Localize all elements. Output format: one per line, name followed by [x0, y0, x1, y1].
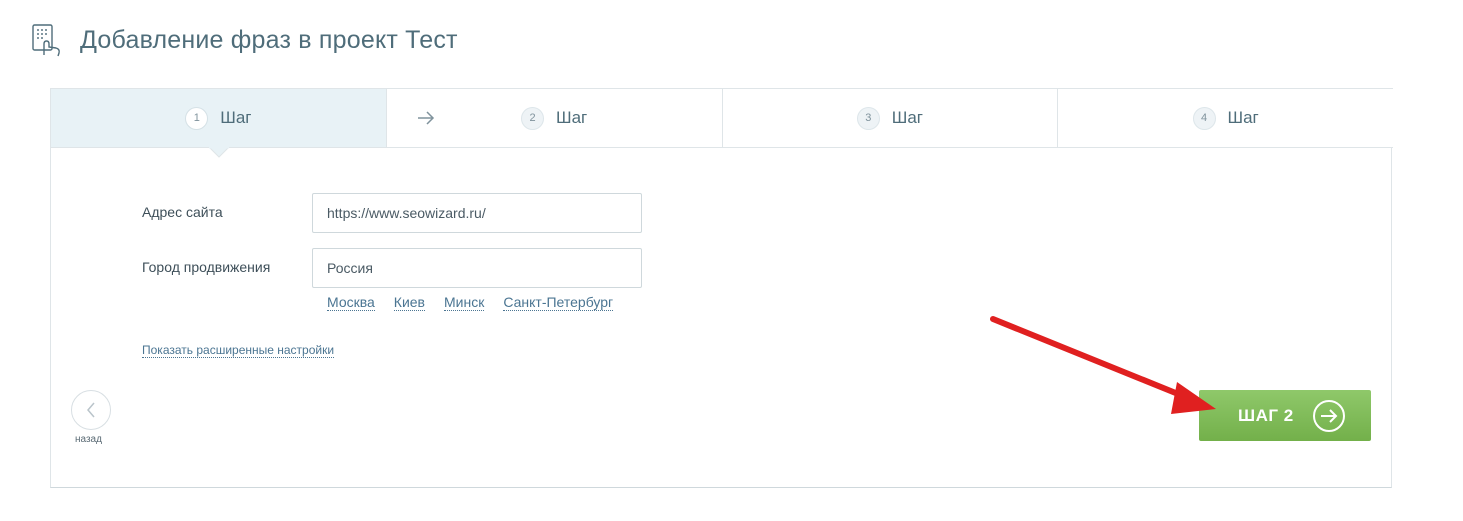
arrow-right-icon [417, 111, 434, 125]
city-link-moscow[interactable]: Москва [327, 294, 375, 311]
step-tab-4[interactable]: 4 Шаг [1058, 89, 1393, 147]
phrases-list-icon [32, 24, 60, 57]
site-url-input[interactable] [312, 193, 642, 233]
next-step-button[interactable]: ШАГ 2 [1199, 390, 1371, 441]
page-title: Добавление фраз в проект Тест [80, 25, 458, 54]
wizard-panel: 1 Шаг 2 Шаг 3 Шаг 4 Шаг Адрес сайта Горо… [50, 88, 1393, 488]
chevron-left-icon [87, 402, 95, 418]
step-tabs: 1 Шаг 2 Шаг 3 Шаг 4 Шаг [51, 88, 1393, 148]
city-link-minsk[interactable]: Минск [444, 294, 485, 311]
step-label: Шаг [1227, 108, 1259, 127]
active-step-pointer [209, 147, 229, 158]
step-label: Шаг [556, 108, 588, 127]
city-row: Город продвижения [142, 248, 642, 288]
next-step-label: ШАГ 2 [1238, 405, 1294, 425]
site-row: Адрес сайта [142, 193, 642, 233]
city-quick-links: Москва Киев Минск Санкт-Петербург [327, 294, 632, 311]
city-input[interactable] [312, 248, 642, 288]
city-label: Город продвижения [142, 259, 271, 275]
site-label: Адрес сайта [142, 204, 223, 220]
step-tab-2[interactable]: 2 Шаг [386, 89, 723, 147]
arrow-circle-right-icon [1312, 399, 1345, 432]
step-tab-1[interactable]: 1 Шаг [51, 89, 387, 147]
city-link-spb[interactable]: Санкт-Петербург [503, 294, 614, 311]
step-number: 3 [856, 106, 880, 130]
step-number: 2 [521, 106, 544, 130]
page-header: Добавление фраз в проект Тест [30, 20, 458, 60]
step-number: 1 [185, 106, 209, 130]
city-link-kiev[interactable]: Киев [393, 294, 425, 311]
back-button[interactable] [71, 390, 111, 430]
step-label: Шаг [220, 108, 252, 127]
step-tab-3[interactable]: 3 Шаг [722, 89, 1059, 147]
step-label: Шаг [891, 108, 923, 127]
back-label: назад [75, 434, 102, 445]
show-advanced-settings-link[interactable]: Показать расширенные настройки [142, 343, 335, 358]
step-number: 4 [1192, 106, 1216, 130]
